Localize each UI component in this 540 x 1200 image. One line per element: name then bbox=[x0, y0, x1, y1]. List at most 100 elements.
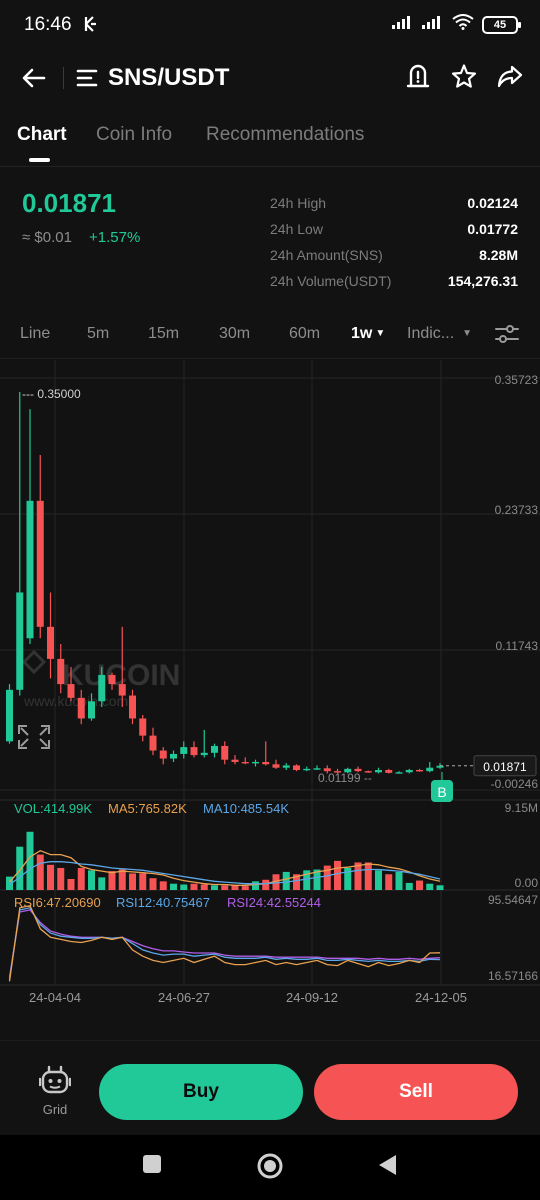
system-nav-bar bbox=[0, 1135, 540, 1200]
grid-bot-button[interactable]: Grid bbox=[34, 1065, 76, 1117]
price-chart[interactable]: KUCOINwww.kucoin.com0.357230.237330.1174… bbox=[0, 360, 540, 1020]
status-time: 16:46 bbox=[24, 14, 72, 35]
volume-bar bbox=[159, 881, 167, 890]
candle-body bbox=[262, 761, 270, 765]
tab-chart[interactable]: Chart bbox=[17, 124, 67, 146]
fullscreen-icon[interactable] bbox=[18, 725, 50, 749]
volume-bar bbox=[282, 871, 290, 890]
buy-button[interactable]: Buy bbox=[99, 1064, 303, 1120]
volume-bar bbox=[334, 860, 341, 890]
volume-bar bbox=[231, 885, 239, 890]
stat-value: 8.28M bbox=[479, 247, 518, 263]
volume-bar bbox=[118, 869, 126, 890]
menu-icon[interactable] bbox=[76, 67, 98, 94]
interval-5m[interactable]: 5m bbox=[87, 325, 109, 343]
volume-axis-tick: 9.15M bbox=[505, 801, 538, 815]
candle-body bbox=[159, 750, 167, 759]
volume-bar bbox=[426, 883, 434, 890]
candle-body bbox=[149, 735, 157, 751]
stat-value: 0.01772 bbox=[467, 221, 518, 237]
price-axis-tick: -0.00246 bbox=[491, 777, 539, 791]
candle-body bbox=[98, 674, 106, 702]
volume-bar bbox=[129, 873, 136, 890]
volume-bar bbox=[88, 870, 95, 890]
candle-body bbox=[241, 761, 249, 764]
volume-bar bbox=[139, 873, 147, 890]
volume-ma5-label: MA5:765.82K bbox=[108, 801, 187, 816]
tab-recommendations[interactable]: Recommendations bbox=[206, 124, 364, 146]
chart-settings-icon[interactable] bbox=[494, 322, 520, 351]
volume-bar bbox=[405, 882, 413, 890]
volume-bar bbox=[262, 879, 270, 890]
candle-body bbox=[426, 767, 434, 772]
grid-label: Grid bbox=[42, 1102, 68, 1117]
volume-bar bbox=[47, 864, 54, 890]
candle-body bbox=[118, 684, 126, 696]
fiat-price: ≈ $0.01 bbox=[22, 229, 72, 246]
candle-body bbox=[416, 770, 423, 772]
favorite-star-icon[interactable] bbox=[450, 62, 478, 97]
tab-coin-info[interactable]: Coin Info bbox=[96, 124, 172, 146]
share-icon[interactable] bbox=[496, 62, 524, 97]
chevron-down-icon: ▼ bbox=[375, 328, 386, 340]
volume-bar bbox=[375, 870, 382, 890]
candle-body bbox=[200, 752, 208, 756]
candle-body bbox=[170, 753, 177, 759]
stat-24h-low: 24h Low 0.01772 bbox=[270, 216, 518, 242]
rsi6-label: RSI6:47.20690 bbox=[14, 895, 101, 910]
interval-line[interactable]: Line bbox=[20, 325, 50, 343]
rsi24-line bbox=[8, 909, 441, 978]
volume-bar bbox=[98, 877, 106, 890]
watermark-url: www.kucoin.com bbox=[23, 693, 128, 709]
rsi6-line bbox=[8, 904, 441, 982]
interval-toolbar: Line 5m 15m 30m 60m 1w ▼ Indic... ▼ bbox=[0, 316, 540, 352]
date-axis-tick: 24-12-05 bbox=[415, 990, 467, 1005]
battery-icon: 45 bbox=[482, 15, 521, 34]
volume-bar bbox=[364, 862, 372, 890]
back-arrow-icon[interactable] bbox=[20, 64, 48, 97]
indicators-dropdown[interactable]: Indic... ▼ bbox=[407, 325, 472, 343]
robot-icon bbox=[38, 1065, 72, 1100]
detail-tabs: Chart Coin Info Recommendations bbox=[0, 110, 540, 166]
volume-bar bbox=[436, 885, 444, 890]
indicators-label: Indic... bbox=[407, 325, 455, 342]
candle-body bbox=[385, 770, 393, 773]
pair-title[interactable]: SNS/USDT bbox=[108, 64, 229, 92]
tabs-divider bbox=[0, 166, 540, 167]
volume-bar bbox=[416, 880, 423, 890]
home-icon[interactable] bbox=[256, 1152, 284, 1185]
stat-value: 0.02124 bbox=[467, 195, 518, 211]
candle-body bbox=[139, 718, 147, 736]
high-price-marker: --- 0.35000 bbox=[22, 387, 81, 401]
interval-30m[interactable]: 30m bbox=[219, 325, 250, 343]
trade-action-bar: Grid Buy Sell bbox=[0, 1040, 540, 1135]
candle-body bbox=[67, 684, 75, 698]
buy-marker-text: B bbox=[437, 784, 446, 800]
low-price-marker: 0.01199 -- bbox=[318, 771, 372, 785]
stat-label: 24h Low bbox=[270, 221, 323, 237]
volume-bar bbox=[190, 883, 198, 890]
back-triangle-icon[interactable] bbox=[377, 1154, 397, 1181]
date-axis-tick: 24-06-27 bbox=[158, 990, 210, 1005]
ticker-stats: 24h High 0.02124 24h Low 0.01772 24h Amoun… bbox=[270, 190, 518, 294]
status-bar: 16:46 45 bbox=[0, 0, 540, 52]
candle-body bbox=[57, 658, 65, 685]
volume-bar bbox=[252, 881, 259, 890]
candle-body bbox=[272, 764, 280, 768]
interval-selected[interactable]: 1w ▼ bbox=[351, 325, 385, 343]
volume-bar bbox=[16, 846, 24, 890]
price-alert-icon[interactable] bbox=[404, 62, 432, 97]
sell-button[interactable]: Sell bbox=[314, 1064, 518, 1120]
candle-body bbox=[211, 745, 218, 753]
recent-apps-icon[interactable] bbox=[142, 1154, 162, 1179]
candle-body bbox=[313, 768, 321, 770]
candle-body bbox=[231, 759, 239, 762]
candle-body bbox=[180, 747, 188, 754]
interval-60m[interactable]: 60m bbox=[289, 325, 320, 343]
fullscreen-arrows bbox=[20, 727, 48, 747]
candle-body bbox=[221, 745, 229, 760]
date-axis-tick: 24-09-12 bbox=[286, 990, 338, 1005]
interval-15m[interactable]: 15m bbox=[148, 325, 179, 343]
candle-body bbox=[6, 689, 13, 742]
rsi12-line bbox=[8, 907, 441, 980]
